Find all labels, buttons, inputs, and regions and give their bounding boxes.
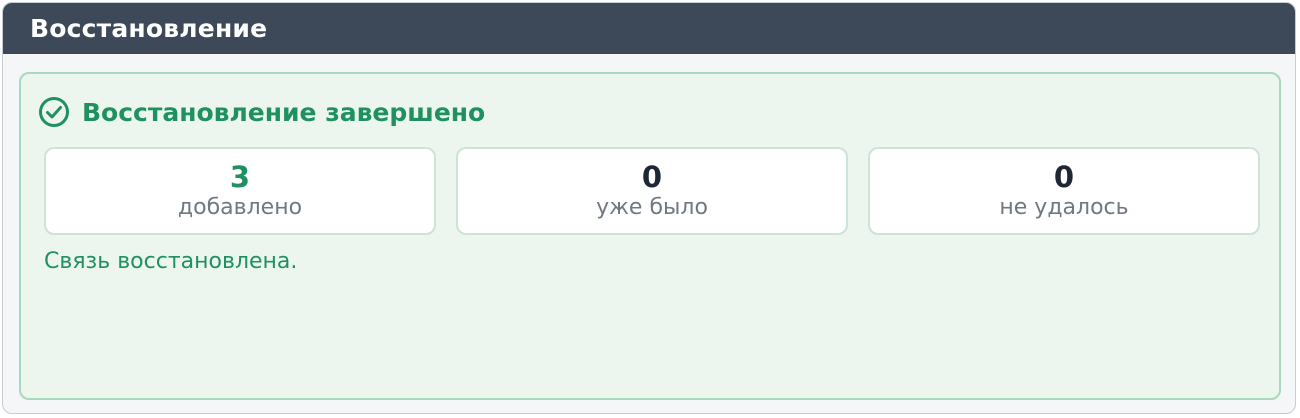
window-title: Восстановление bbox=[30, 14, 268, 43]
stat-label-existing: уже было bbox=[596, 195, 708, 220]
check-circle-icon bbox=[38, 96, 70, 128]
titlebar: Восстановление bbox=[3, 3, 1295, 54]
stat-label-added: добавлено bbox=[177, 195, 303, 220]
status-message: Связь восстановлена. bbox=[44, 249, 298, 274]
restore-window: Восстановление Восстановление завершено … bbox=[2, 2, 1296, 414]
stat-label-failed: не удалось bbox=[999, 195, 1129, 220]
result-panel: Восстановление завершено 3 добавлено 0 у… bbox=[19, 72, 1281, 400]
stat-value-existing: 0 bbox=[641, 160, 663, 194]
stat-value-added: 3 bbox=[229, 160, 251, 194]
stat-card-existing: 0 уже было bbox=[456, 147, 848, 235]
stat-card-failed: 0 не удалось bbox=[868, 147, 1260, 235]
result-title: Восстановление завершено bbox=[82, 97, 486, 127]
stats-row: 3 добавлено 0 уже было 0 не удалось bbox=[44, 147, 1260, 235]
stat-card-added: 3 добавлено bbox=[44, 147, 436, 235]
result-header: Восстановление завершено bbox=[38, 96, 485, 128]
stat-value-failed: 0 bbox=[1053, 160, 1075, 194]
